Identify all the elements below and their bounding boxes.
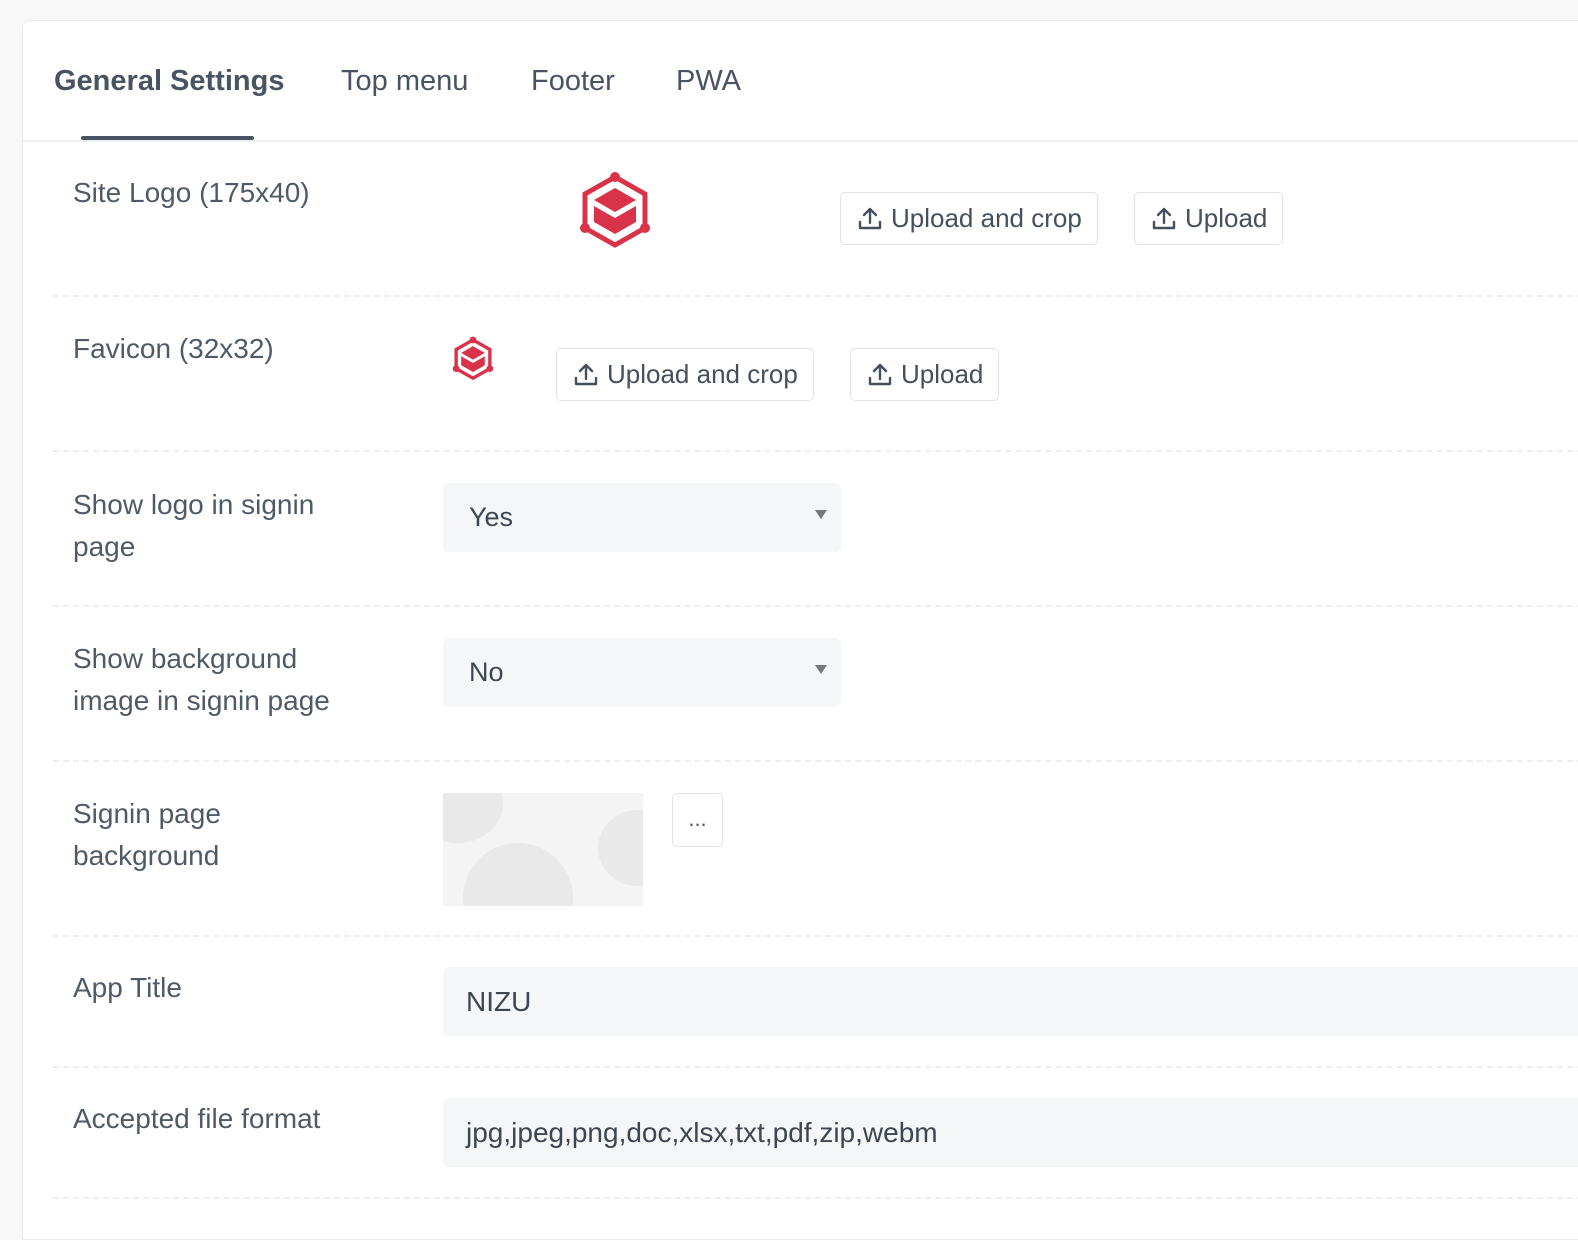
show-background-row: Show background image in signin page No: [53, 607, 1578, 762]
app-title-input[interactable]: NIZU: [443, 967, 1578, 1036]
show-logo-row: Show logo in signin page Yes: [53, 452, 1578, 607]
favicon-upload-crop-button[interactable]: Upload and crop: [556, 348, 814, 401]
hexagon-logo-icon: [576, 170, 654, 250]
upload-crop-label: Upload and crop: [891, 203, 1082, 233]
site-logo-upload-button[interactable]: Upload: [1134, 192, 1284, 245]
site-logo-row: Site Logo (175x40) Upload and crop Uploa…: [53, 142, 1578, 297]
settings-card: General Settings Top menu Footer PWA Sit…: [22, 20, 1578, 1240]
show-background-label: Show background image in signin page: [73, 643, 330, 716]
upload-icon: [574, 363, 598, 385]
show-logo-label: Show logo in signin page: [73, 489, 315, 562]
upload-label: Upload: [1185, 203, 1268, 233]
app-title-label: App Title: [73, 972, 182, 1003]
site-logo-upload-crop-button[interactable]: Upload and crop: [840, 192, 1098, 245]
accepted-format-label: Accepted file format: [73, 1103, 321, 1134]
background-thumbnail: [443, 793, 643, 906]
active-tab-indicator: [81, 136, 254, 140]
favicon-label: Favicon (32x32): [73, 333, 274, 364]
accepted-format-row: Accepted file format jpg,jpeg,png,doc,xl…: [53, 1068, 1578, 1199]
upload-label: Upload: [901, 359, 984, 389]
show-background-select[interactable]: No: [443, 638, 841, 707]
tab-pwa[interactable]: PWA: [676, 65, 741, 98]
accepted-format-input[interactable]: jpg,jpeg,png,doc,xlsx,txt,pdf,zip,webm: [443, 1098, 1578, 1167]
show-logo-select[interactable]: Yes: [443, 483, 841, 552]
upload-icon: [858, 207, 882, 229]
upload-icon: [1152, 207, 1176, 229]
tab-footer[interactable]: Footer: [531, 65, 615, 98]
app-title-row: App Title NIZU: [53, 937, 1578, 1068]
show-logo-value: Yes: [469, 502, 514, 532]
upload-icon: [868, 363, 892, 385]
settings-tabs: General Settings Top menu Footer PWA: [23, 21, 1578, 142]
site-logo-label: Site Logo (175x40): [73, 177, 310, 208]
favicon-row: Favicon (32x32) Upload and crop Upload: [53, 297, 1578, 452]
upload-crop-label: Upload and crop: [607, 359, 798, 389]
background-more-button[interactable]: ...: [672, 793, 723, 847]
tab-general-settings[interactable]: General Settings: [54, 65, 284, 98]
chevron-down-icon: [815, 665, 827, 674]
chevron-down-icon: [815, 510, 827, 519]
signin-background-label: Signin page background: [73, 798, 221, 871]
signin-background-row: Signin page background ...: [53, 762, 1578, 937]
favicon-upload-button[interactable]: Upload: [850, 348, 1000, 401]
tab-top-menu[interactable]: Top menu: [341, 65, 468, 98]
hexagon-logo-icon: [451, 336, 495, 381]
show-background-value: No: [469, 657, 504, 687]
